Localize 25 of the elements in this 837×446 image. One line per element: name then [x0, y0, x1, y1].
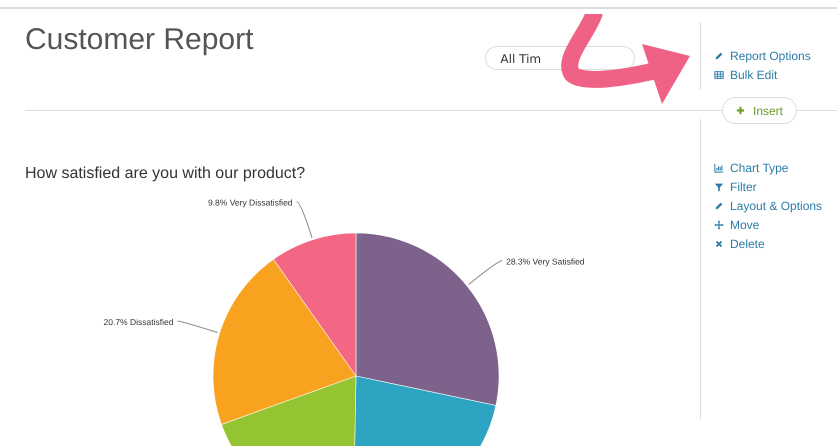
plus-icon — [736, 106, 745, 115]
chart-action-link[interactable]: Filter — [714, 178, 757, 196]
report-action-link[interactable]: Bulk Edit — [714, 66, 778, 84]
close-icon — [714, 239, 724, 249]
report-action-link[interactable]: Report Options — [714, 47, 811, 65]
filter-icon — [714, 182, 724, 192]
report-title: Customer Report — [25, 23, 254, 57]
slice-label: 20.7% Dissatisfied — [104, 317, 174, 328]
pencil-icon — [714, 51, 724, 61]
question-title: How satisfied are you with our product? — [25, 165, 306, 183]
bar-chart-icon — [714, 163, 724, 173]
slice-label: 28.3% Very Satisfied — [506, 256, 585, 267]
slice-label: 9.8% Very Dissatisfied — [208, 198, 293, 208]
move-icon — [714, 220, 724, 230]
pencil-icon — [714, 201, 724, 211]
leader-line — [296, 201, 313, 238]
table-icon — [714, 70, 724, 80]
date-range-dropdown[interactable]: All Tim — [485, 46, 636, 70]
insert-button[interactable]: Insert — [722, 97, 797, 124]
chart-action-link[interactable]: Chart Type — [714, 159, 788, 177]
leader-line — [176, 320, 218, 333]
chart-action-link[interactable]: Layout & Options — [714, 197, 822, 215]
leader-line — [468, 260, 503, 286]
chart-action-link[interactable]: Delete — [714, 235, 765, 253]
chart-action-link[interactable]: Move — [714, 216, 760, 234]
